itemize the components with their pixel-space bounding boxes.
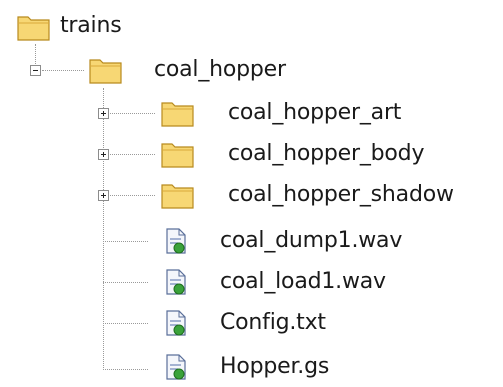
tree-line-root [35,44,36,66]
tree-line-item [110,113,155,114]
file-icon [165,269,187,295]
tree-line-item [103,369,148,370]
tree-label-coal-hopper-art[interactable]: coal_hopper_art [226,99,403,127]
tree-line-item [110,195,155,196]
tree-label-hopper-gs[interactable]: Hopper.gs [218,353,331,381]
collapse-toggle-coal-hopper[interactable] [30,65,41,76]
folder-icon [88,54,124,86]
tree-line-item [110,154,155,155]
tree-label-config-txt[interactable]: Config.txt [218,309,328,337]
tree-line-item [103,282,148,283]
expand-toggle-coal-hopper-art[interactable] [98,108,109,119]
tree-line-children [103,88,104,370]
tree-line-item [103,241,148,242]
file-icon [165,228,187,254]
file-icon [165,310,187,336]
tree-label-coal-hopper-body[interactable]: coal_hopper_body [226,140,426,168]
tree-label-trains[interactable]: trains [58,12,123,40]
tree-line-child [42,70,84,71]
folder-icon [160,97,196,129]
tree-label-coal-hopper-shadow[interactable]: coal_hopper_shadow [226,181,456,209]
folder-icon [160,138,196,170]
tree-label-coal-hopper[interactable]: coal_hopper [152,56,288,84]
folder-icon [16,11,52,43]
expand-toggle-coal-hopper-body[interactable] [98,149,109,160]
tree-label-coal-dump1-wav[interactable]: coal_dump1.wav [218,227,404,255]
tree-label-coal-load1-wav[interactable]: coal_load1.wav [218,268,388,296]
file-icon [165,354,187,380]
folder-icon [160,179,196,211]
tree-line-item [103,323,148,324]
expand-toggle-coal-hopper-shadow[interactable] [98,190,109,201]
file-tree: trains coal_hopper coal_hopper_art coal_… [0,0,503,387]
